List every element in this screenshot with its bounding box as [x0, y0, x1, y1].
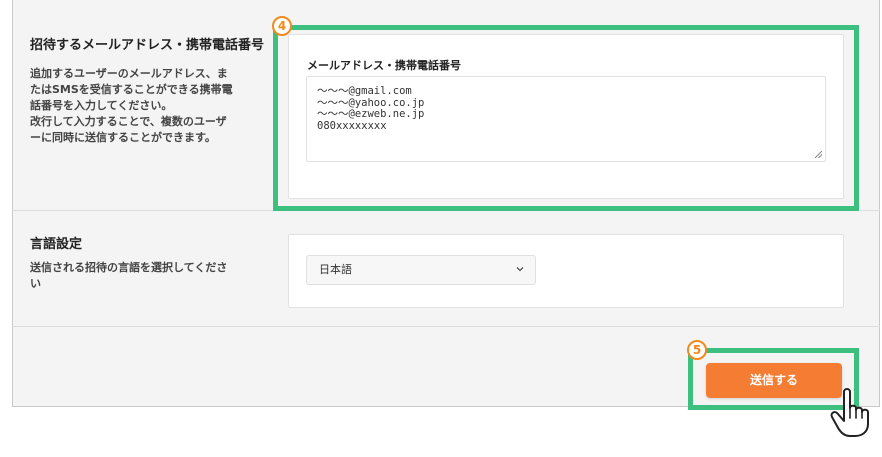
- highlight-frame-email: [273, 25, 859, 211]
- description-line: 追加するユーザーのメールアドレス、ま: [30, 67, 228, 80]
- description-line: ーに同時に送信することができます。: [30, 131, 216, 144]
- language-select[interactable]: 日本語: [306, 255, 536, 285]
- description-line: 話番号を入力してください。: [30, 99, 173, 112]
- description-line: い: [30, 277, 41, 290]
- step-badge-5: 5: [687, 340, 707, 360]
- description-line: 送信される招待の言語を選択してくださ: [30, 261, 228, 274]
- step-badge-4: 4: [272, 16, 292, 36]
- language-section-title: 言語設定: [30, 237, 83, 252]
- description-line: 改行して入力することで、複数のユーザ: [30, 115, 227, 128]
- language-section-description: 送信される招待の言語を選択してくださ い: [30, 260, 227, 292]
- invite-section-title: 招待するメールアドレス・携帯電話番号: [30, 38, 265, 53]
- hand-pointer-icon: [830, 388, 869, 437]
- language-select-value: 日本語: [319, 263, 352, 276]
- chevron-down-icon: [516, 267, 524, 272]
- invite-section-description: 追加するユーザーのメールアドレス、ま たはSMSを受信することができる携帯電 話…: [30, 66, 233, 146]
- submit-button[interactable]: 送信する: [706, 363, 842, 398]
- description-line: たはSMSを受信することができる携帯電: [30, 83, 233, 96]
- section-divider: [12, 326, 880, 327]
